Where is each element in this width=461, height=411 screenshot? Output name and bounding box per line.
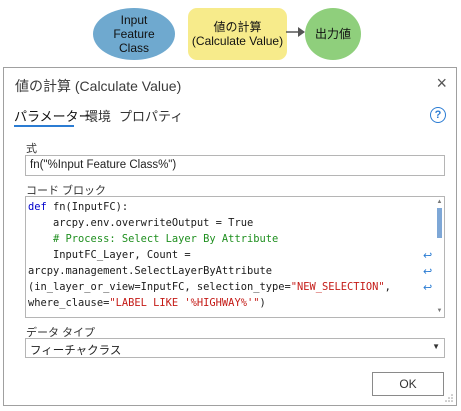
code-line: InputFC_Layer, Count = [28,249,191,261]
code-block-editor[interactable]: def fn(InputFC): arcpy.env.overwriteOutp… [25,196,445,318]
tab-environments[interactable]: 環境 [85,106,111,125]
data-type-value: フィーチャクラス [30,345,122,357]
code-line: (in_layer_or_view=InputFC, selection_typ… [28,281,391,293]
connector-arrow-icon [286,27,305,37]
code-scrollbar[interactable]: ▲ ▼ [435,197,444,317]
ok-button[interactable]: OK [372,372,444,396]
input-feature-class-node[interactable]: Input Feature Class [93,8,175,60]
node-label-line: Class [118,41,149,55]
code-line: # Process: Select Layer By Attribute [28,233,279,245]
node-label-line: 値の計算 [213,20,262,34]
calculate-value-tool-node[interactable]: 値の計算 (Calculate Value) [188,8,287,60]
tab-parameters[interactable]: パラメーター [14,106,92,125]
dialog-title: 値の計算 (Calculate Value) [15,78,182,94]
dialog-titlebar[interactable]: 値の計算 (Calculate Value) × [4,68,456,102]
output-value-node[interactable]: 出力値 [305,8,361,60]
word-wrap-icon: ↩ [423,282,433,294]
expression-label: 式 [26,143,37,155]
code-line: where_clause="LABEL LIKE '%HIGHWAY%'") [28,297,266,309]
node-label-line: (Calculate Value) [191,34,284,48]
data-type-select[interactable]: フィーチャクラス ▼ [25,338,445,358]
node-label-line: Input [120,13,148,27]
expression-input[interactable]: fn("%Input Feature Class%") [25,155,445,176]
resize-grip-icon[interactable] [445,394,453,402]
node-label-line: Feature [113,27,155,41]
scroll-down-icon[interactable]: ▼ [436,308,443,314]
code-line: arcpy.env.overwriteOutput = True [28,217,254,229]
tab-properties[interactable]: プロパティ [119,106,183,125]
dropdown-arrow-icon: ▼ [432,342,440,351]
scrollbar-thumb[interactable] [437,208,442,238]
close-icon[interactable]: × [436,73,447,93]
active-tab-indicator [14,125,74,127]
word-wrap-icon: ↩ [423,250,433,262]
calculate-value-dialog: 値の計算 (Calculate Value) × パラメーター 環境 プロパティ… [3,67,457,406]
word-wrap-icon: ↩ [423,266,433,278]
node-label: 出力値 [314,27,351,41]
code-line: def fn(InputFC): [28,201,129,213]
code-line: arcpy.management.SelectLayerByAttribute [28,265,272,277]
scroll-up-icon[interactable]: ▲ [436,199,443,205]
help-icon[interactable]: ? [430,107,446,123]
